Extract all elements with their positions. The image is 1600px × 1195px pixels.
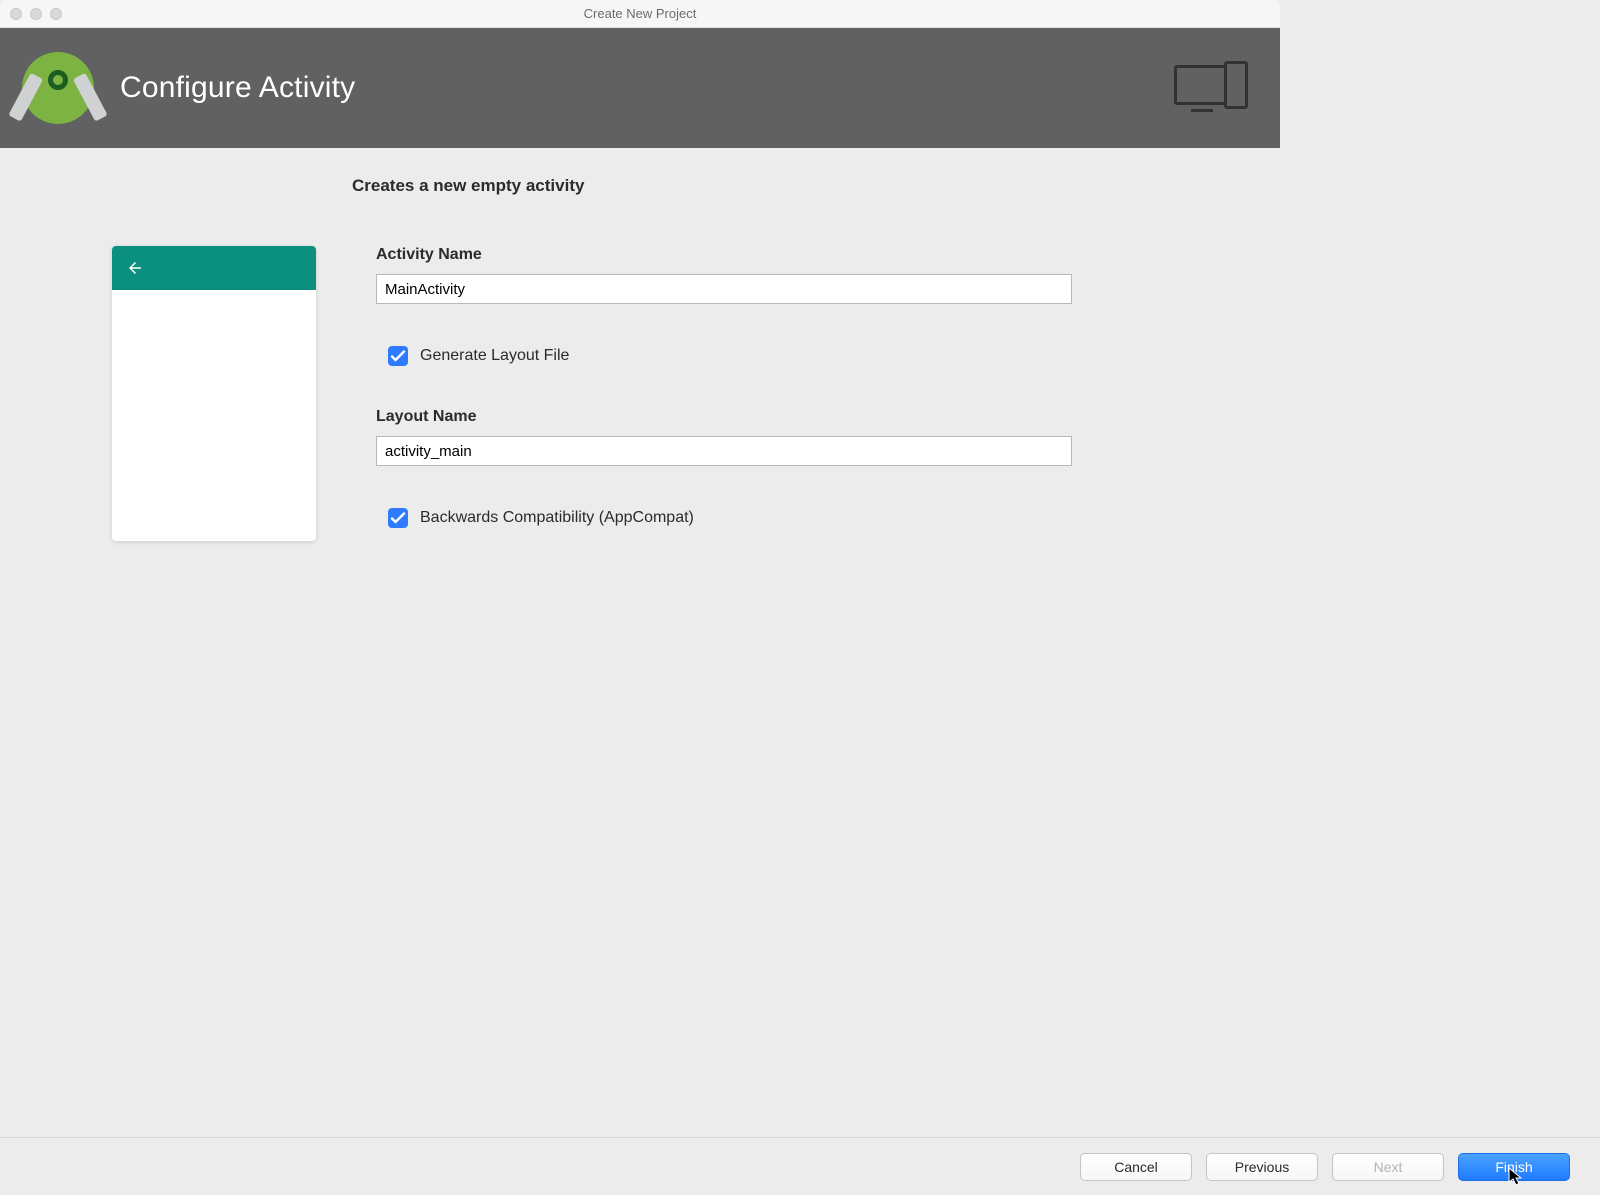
previous-button[interactable]: Previous (1206, 1153, 1318, 1181)
wizard-footer: Cancel Previous Next Finish (0, 1137, 1600, 1195)
activity-form: Activity Name Generate Layout File Layou… (376, 246, 1560, 541)
window-traffic-lights (10, 8, 62, 20)
activity-name-label: Activity Name (376, 246, 1500, 264)
activity-preview (112, 246, 316, 541)
wizard-content: Creates a new empty activity Activity Na… (0, 148, 1600, 1135)
cancel-button[interactable]: Cancel (1080, 1153, 1192, 1181)
traffic-zoom-icon[interactable] (50, 8, 62, 20)
next-button: Next (1332, 1153, 1444, 1181)
preview-appbar (112, 246, 316, 290)
backcompat-checkbox[interactable] (388, 508, 408, 528)
layout-name-label: Layout Name (376, 408, 1500, 426)
wizard-banner: Configure Activity (0, 28, 1280, 148)
android-studio-logo-icon (22, 52, 94, 124)
generate-layout-label: Generate Layout File (420, 347, 569, 365)
window-titlebar: Create New Project (0, 0, 1280, 28)
activity-name-input[interactable] (376, 274, 1072, 304)
traffic-close-icon[interactable] (10, 8, 22, 20)
checkmark-icon (390, 348, 406, 364)
backcompat-label: Backwards Compatibility (AppCompat) (420, 509, 694, 527)
banner-heading: Configure Activity (120, 71, 355, 105)
device-preview-icon (1174, 61, 1254, 115)
checkmark-icon (390, 510, 406, 526)
generate-layout-checkbox[interactable] (388, 346, 408, 366)
traffic-minimize-icon[interactable] (30, 8, 42, 20)
page-subtitle: Creates a new empty activity (352, 176, 1560, 196)
back-arrow-icon (126, 259, 144, 277)
generate-layout-row[interactable]: Generate Layout File (388, 346, 1500, 366)
backcompat-row[interactable]: Backwards Compatibility (AppCompat) (388, 508, 1500, 528)
layout-name-input[interactable] (376, 436, 1072, 466)
finish-button[interactable]: Finish (1458, 1153, 1570, 1181)
window-title: Create New Project (0, 6, 1280, 21)
